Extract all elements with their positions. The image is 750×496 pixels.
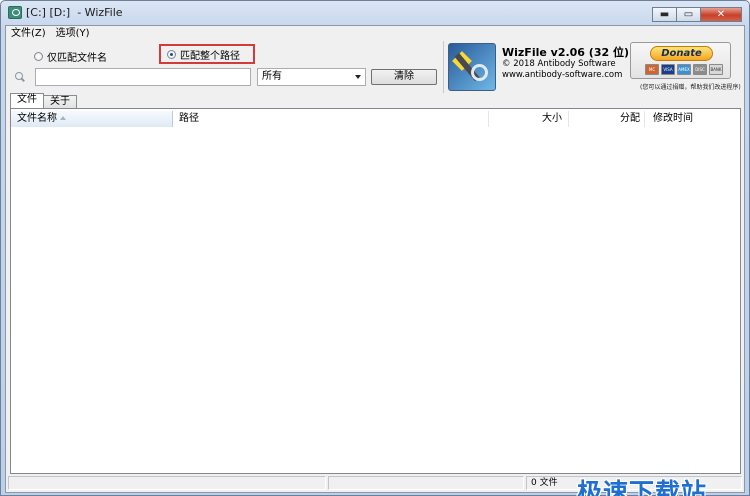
maximize-button[interactable]: ▭ [676,7,701,22]
tab-files[interactable]: 文件 [10,93,44,108]
file-type-value: 所有 [262,71,282,82]
client-area: 文件(Z) 选项(Y) 仅匹配文件名 匹配整个路径 所有 清除 WizFile … [5,25,745,496]
column-header-name[interactable]: 文件名称 [11,111,173,127]
tab-strip: 文件 关于 [10,93,77,108]
brand-panel: WizFile v2.06 (32 位) © 2018 Antibody Sof… [443,41,744,93]
status-segment-2 [328,476,524,490]
chevron-down-icon[interactable] [355,75,361,79]
results-list[interactable]: 文件名称 路径 大小 分配 修改时间 [10,108,741,474]
visa-icon: VISA [661,64,675,75]
mastercard-icon: MC [645,64,659,75]
sort-ascending-icon [60,116,66,120]
list-header: 文件名称 路径 大小 分配 修改时间 [11,111,740,127]
discover-icon: DISC [693,64,707,75]
radio-filename-only-label: 仅匹配文件名 [47,53,107,64]
search-input[interactable] [35,68,251,86]
title-bar[interactable]: [C:] [D:] - WizFile ▬ ▭ ✕ [1,1,749,25]
window-controls: ▬ ▭ ✕ [652,7,742,22]
radio-full-path-label: 匹配整个路径 [180,50,240,62]
amex-icon: AMEX [677,64,691,75]
menu-options[interactable]: 选项(Y) [51,26,95,41]
menu-file[interactable]: 文件(Z) [6,26,51,41]
app-window: [C:] [D:] - WizFile ▬ ▭ ✕ 文件(Z) 选项(Y) 仅匹… [0,0,750,496]
tab-about[interactable]: 关于 [43,95,77,108]
search-pane: 仅匹配文件名 匹配整个路径 所有 清除 [6,41,442,91]
clear-button[interactable]: 清除 [371,69,437,85]
donate-note: (您可以通过捐赠，帮助我们改进程序) [640,84,741,91]
column-header-modified[interactable]: 修改时间 [645,111,740,127]
wizfile-app-icon[interactable] [8,6,22,19]
radio-full-path[interactable]: 匹配整个路径 [159,44,255,64]
wizfile-logo-icon [448,43,496,91]
file-type-select[interactable]: 所有 [257,68,366,86]
donate-panel[interactable]: Donate MC VISA AMEX DISC BANK [630,42,731,79]
radio-full-path-dot[interactable] [167,49,176,59]
copyright-text: © 2018 Antibody Software [502,59,616,69]
minimize-button[interactable]: ▬ [652,7,677,22]
status-segment-1 [8,476,326,490]
window-title: [C:] [D:] - WizFile [26,6,123,19]
close-button[interactable]: ✕ [700,7,742,22]
website-link[interactable]: www.antibody-software.com [502,70,622,80]
radio-filename-only-dot[interactable] [34,52,43,61]
column-header-size[interactable]: 大小 [489,111,569,127]
app-version-title: WizFile v2.06 (32 位) [502,46,629,59]
payment-cards: MC VISA AMEX DISC BANK [645,64,723,75]
logo-magnifier [471,64,488,81]
radio-filename-only[interactable]: 仅匹配文件名 [34,49,107,64]
bank-icon: BANK [709,64,723,75]
column-header-path[interactable]: 路径 [173,111,489,127]
search-icon [15,72,25,82]
donate-button[interactable]: Donate [650,46,713,61]
column-header-name-label: 文件名称 [17,113,57,124]
menu-bar: 文件(Z) 选项(Y) [6,26,744,41]
site-watermark: 极速下载站 [577,478,708,496]
column-header-allocated[interactable]: 分配 [569,111,645,127]
